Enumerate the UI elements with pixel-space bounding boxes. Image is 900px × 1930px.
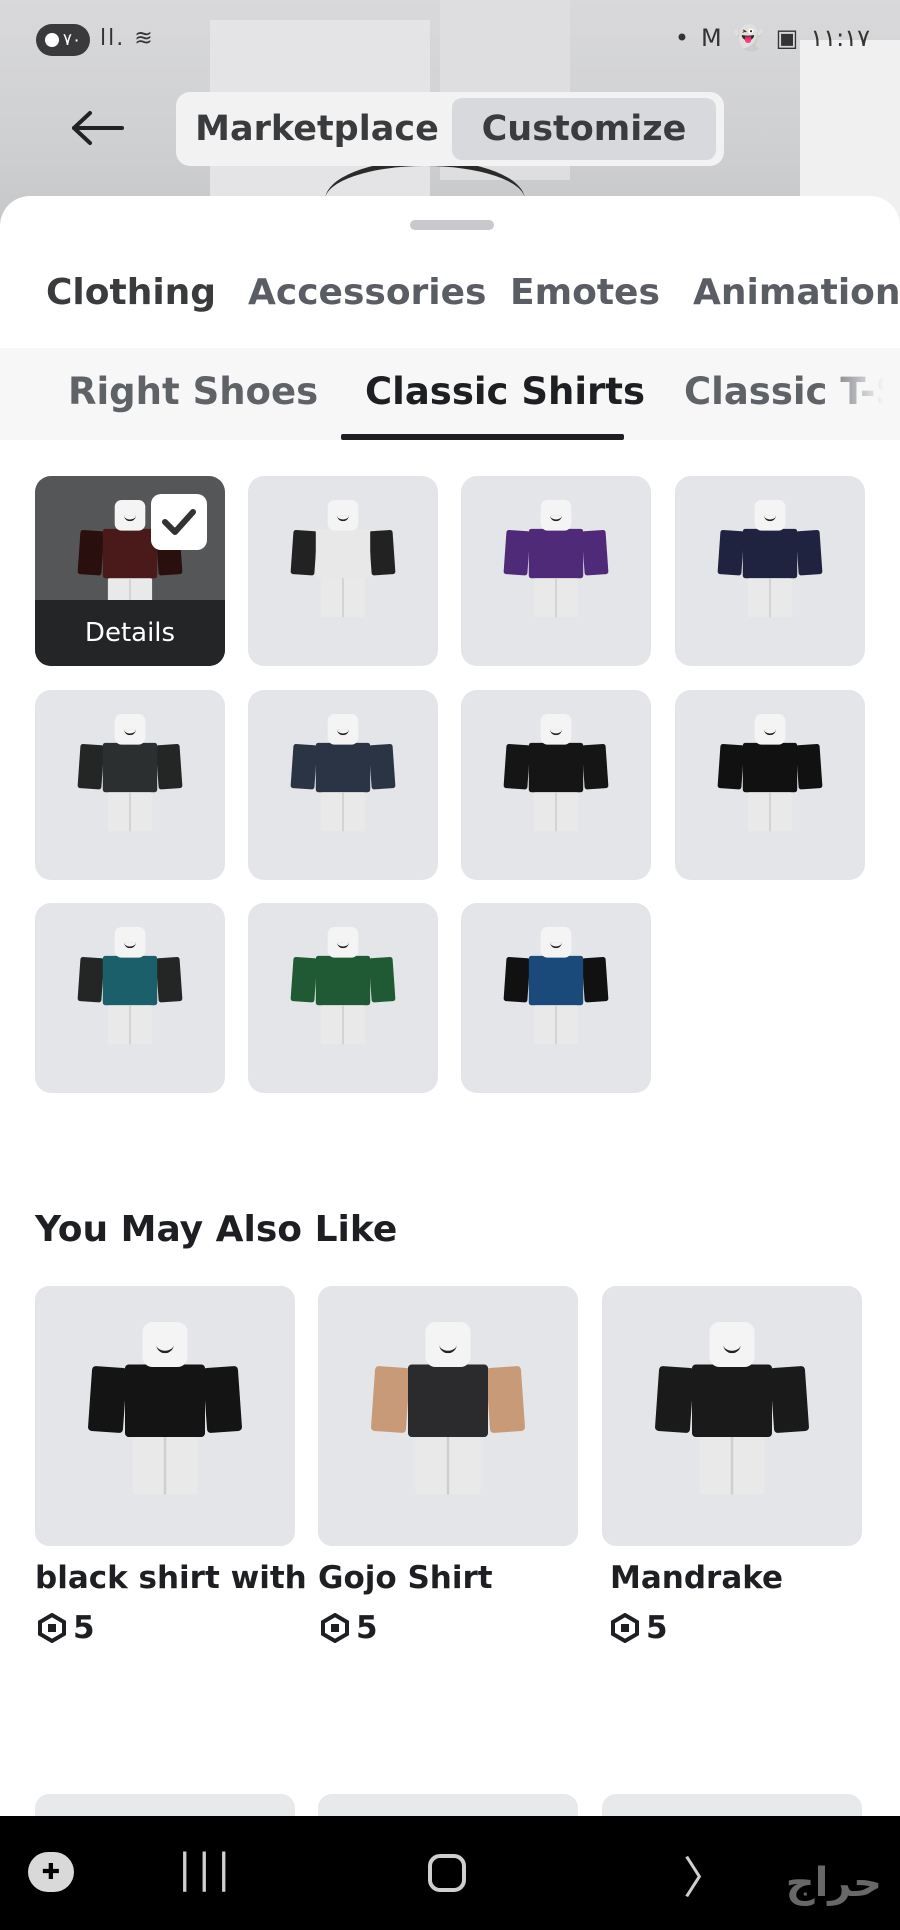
active-subtab-indicator	[341, 434, 624, 440]
section-title: You May Also Like	[35, 1209, 398, 1250]
avatar-preview	[290, 927, 396, 1046]
recommended-item-name[interactable]: black shirt with	[35, 1560, 307, 1596]
tab-accessories[interactable]: Accessories	[248, 272, 486, 313]
signal-wifi-icons: ll. ≋	[100, 26, 155, 51]
recommended-item-thumbnail[interactable]	[35, 1286, 295, 1546]
recents-button[interactable]: |||	[178, 1846, 236, 1892]
subtab-classic-shirts[interactable]: Classic Shirts	[365, 370, 645, 413]
status-bar: ٧٠ ll. ≋ • M 👻 ▣ ١١:١٧	[0, 0, 900, 80]
home-button[interactable]	[428, 1854, 466, 1892]
bottom-sheet: Clothing Accessories Emotes Animation Ri…	[0, 196, 900, 1834]
category-tabs: Clothing Accessories Emotes Animation	[0, 272, 900, 342]
arrow-left-icon	[72, 111, 124, 145]
gmail-icon: M	[701, 24, 722, 52]
avatar-preview	[290, 714, 396, 833]
shirt-item-equipped[interactable]: Details	[35, 476, 225, 666]
notification-dot-icon: •	[674, 24, 690, 52]
robux-icon	[321, 1613, 349, 1643]
robux-icon	[38, 1613, 66, 1643]
screenshot-icon: ▣	[775, 24, 799, 52]
shirt-item[interactable]	[675, 690, 865, 880]
recommended-item-price: 5	[610, 1610, 668, 1646]
shirt-item[interactable]	[461, 476, 651, 666]
avatar-preview	[290, 500, 396, 619]
sheet-drag-handle[interactable]	[410, 220, 494, 230]
avatar-preview	[717, 500, 823, 619]
avatar-preview	[503, 714, 609, 833]
tab-animation[interactable]: Animation	[693, 272, 900, 313]
subtab-right-shoes[interactable]: Right Shoes	[68, 370, 318, 413]
gamepad-icon[interactable]: ✚	[28, 1852, 74, 1892]
shirt-item[interactable]	[675, 476, 865, 666]
avatar-preview	[77, 927, 183, 1046]
tab-clothing[interactable]: Clothing	[46, 272, 216, 313]
shirt-item[interactable]	[248, 690, 438, 880]
tab-marketplace[interactable]: Marketplace	[182, 98, 452, 160]
recommended-item-thumbnail[interactable]	[602, 1286, 862, 1546]
tab-emotes[interactable]: Emotes	[510, 272, 660, 313]
tab-customize[interactable]: Customize	[452, 98, 716, 160]
recommended-item-price: 5	[37, 1610, 95, 1646]
avatar-preview	[717, 714, 823, 833]
checkmark-icon	[151, 494, 207, 550]
status-right: • M 👻 ▣ ١١:١٧	[675, 24, 870, 52]
details-button[interactable]: Details	[35, 600, 225, 666]
shirt-item[interactable]	[35, 690, 225, 880]
avatar-preview	[370, 1322, 526, 1497]
avatar-preview	[503, 927, 609, 1046]
back-nav-button[interactable]: 〉	[683, 1842, 727, 1906]
shirt-item[interactable]	[461, 903, 651, 1093]
shirt-item[interactable]	[461, 690, 651, 880]
clock: ١١:١٧	[810, 24, 870, 52]
shirt-item[interactable]	[35, 903, 225, 1093]
recommended-item-name[interactable]: Mandrake	[610, 1560, 783, 1596]
recommended-item-price: 5	[320, 1610, 378, 1646]
avatar-preview	[503, 500, 609, 619]
snapchat-icon: 👻	[733, 24, 764, 52]
mode-switch: Marketplace Customize	[176, 92, 724, 166]
avatar-preview	[77, 714, 183, 833]
shirt-item[interactable]	[248, 476, 438, 666]
recommended-item-thumbnail[interactable]	[318, 1286, 578, 1546]
system-nav-bar: ✚ ||| 〉 حراج	[0, 1816, 900, 1930]
robux-icon	[611, 1613, 639, 1643]
recommended-item-name[interactable]: Gojo Shirt	[318, 1560, 493, 1596]
avatar-preview	[654, 1322, 810, 1497]
watermark: حراج	[785, 1860, 882, 1906]
status-badge: ٧٠	[36, 24, 90, 56]
avatar-preview	[87, 1322, 243, 1497]
back-button[interactable]	[66, 100, 130, 156]
shirt-item[interactable]	[248, 903, 438, 1093]
